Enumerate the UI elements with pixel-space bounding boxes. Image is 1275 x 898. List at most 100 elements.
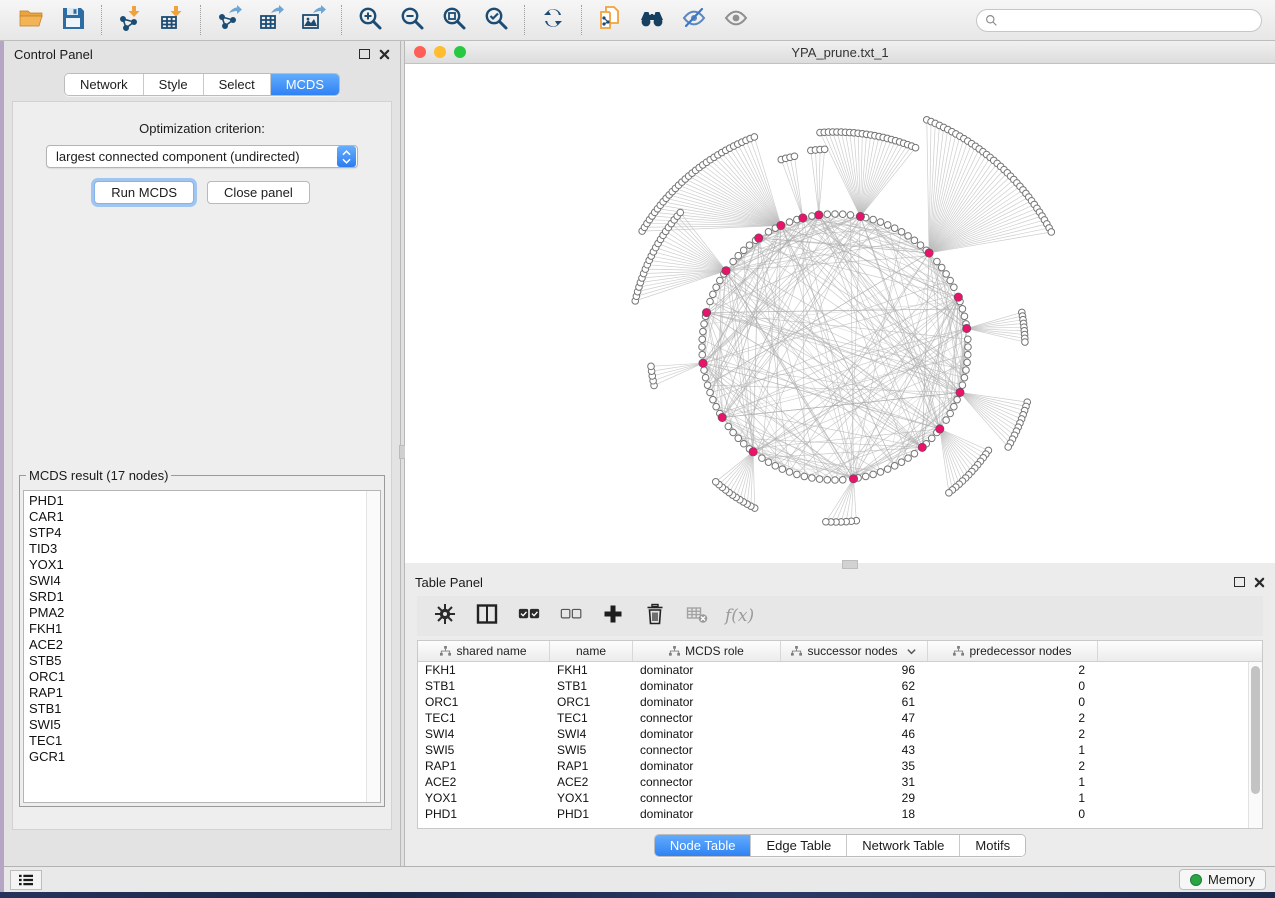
mcds-dominator-node[interactable] [936,425,944,433]
mcds-node-item[interactable]: CAR1 [29,509,366,525]
mcds-node-item[interactable]: GCR1 [29,749,366,765]
network-node[interactable] [905,455,912,462]
network-node[interactable] [928,435,935,442]
network-node[interactable] [938,264,945,271]
mcds-node-item[interactable]: STB1 [29,701,366,717]
mcds-node-item[interactable]: STB5 [29,653,366,669]
network-node[interactable] [877,219,884,226]
network-node[interactable] [911,450,918,457]
mcds-node-item[interactable]: TID3 [29,541,366,557]
network-node[interactable] [816,476,823,483]
network-node[interactable] [839,476,846,483]
network-node[interactable] [725,423,732,430]
hide-selected-button[interactable] [673,3,715,37]
network-node[interactable] [959,382,966,389]
mcds-dominator-node[interactable] [856,212,864,220]
mcds-node-item[interactable]: RAP1 [29,685,366,701]
network-node[interactable] [730,429,737,436]
network-node[interactable] [772,463,779,470]
network-node[interactable] [891,463,898,470]
network-node[interactable] [791,153,798,160]
network-node[interactable] [870,216,877,223]
table-row[interactable]: ACE2ACE2connector311 [418,774,1248,790]
table-row[interactable]: ORC1ORC1dominator610 [418,694,1248,710]
network-node[interactable] [964,336,971,343]
mcds-dominator-node[interactable] [718,413,726,421]
network-node[interactable] [959,306,966,313]
network-node[interactable] [801,473,808,480]
network-node[interactable] [713,284,720,291]
network-canvas[interactable] [405,64,1275,563]
task-history-button[interactable] [10,870,42,890]
network-node[interactable] [704,382,711,389]
network-node[interactable] [759,455,766,462]
network-node[interactable] [746,242,753,249]
clone-network-button[interactable] [589,3,631,37]
float-panel-icon[interactable] [1234,577,1245,587]
column-header-predecessor-nodes[interactable]: predecessor nodes [928,641,1098,661]
mcds-dominator-node[interactable] [849,475,857,483]
destroy-table-button[interactable] [683,602,711,630]
network-node[interactable] [809,213,816,220]
network-node[interactable] [898,229,905,236]
network-node[interactable] [735,252,742,259]
column-header-MCDS-role[interactable]: MCDS role [633,641,781,661]
mcds-list-scrollbar[interactable] [366,491,380,802]
network-node[interactable] [765,229,772,236]
network-node[interactable] [717,277,724,284]
mcds-node-item[interactable]: PMA2 [29,605,366,621]
network-node[interactable] [786,219,793,226]
network-node[interactable] [912,144,919,151]
refresh-layout-button[interactable] [532,3,574,37]
network-node[interactable] [765,459,772,466]
search-input[interactable] [1003,14,1253,28]
network-node[interactable] [905,233,912,240]
column-header-shared-name[interactable]: shared name [418,641,550,661]
tab-style[interactable]: Style [144,74,204,95]
tab-mcds[interactable]: MCDS [271,74,339,95]
network-node[interactable] [699,344,706,351]
table-row[interactable]: YOX1YOX1connector291 [418,790,1248,806]
network-node[interactable] [710,396,717,403]
mcds-node-item[interactable]: YOX1 [29,557,366,573]
network-node[interactable] [1022,339,1029,346]
network-node[interactable] [702,374,709,381]
network-node[interactable] [951,284,958,291]
open-file-button[interactable] [10,3,52,37]
network-node[interactable] [730,258,737,265]
find-button[interactable] [631,3,673,37]
memory-button[interactable]: Memory [1179,869,1266,890]
zoom-fit-button[interactable] [433,3,475,37]
network-node[interactable] [947,410,954,417]
run-mcds-button[interactable]: Run MCDS [94,181,194,204]
network-node[interactable] [884,222,891,229]
tab-select[interactable]: Select [204,74,271,95]
table-row[interactable]: PHD1PHD1dominator180 [418,806,1248,822]
export-image-button[interactable] [292,3,334,37]
mcds-dominator-node[interactable] [954,293,962,301]
scrollbar-thumb[interactable] [1251,666,1260,794]
network-node[interactable] [946,489,953,496]
mcds-dominator-node[interactable] [777,221,785,229]
delete-column-button[interactable] [641,602,669,630]
network-node[interactable] [740,440,747,447]
network-node[interactable] [965,344,972,351]
table-row[interactable]: RAP1RAP1dominator352 [418,758,1248,774]
network-node[interactable] [677,209,684,216]
network-node[interactable] [917,242,924,249]
network-node[interactable] [779,466,786,473]
close-panel-icon[interactable] [1254,577,1265,588]
tab-node-table[interactable]: Node Table [655,835,752,856]
network-node[interactable] [832,477,839,484]
search-box[interactable] [976,9,1262,32]
network-node[interactable] [911,237,918,244]
table-scrollbar[interactable] [1248,662,1262,828]
mcds-dominator-node[interactable] [699,359,707,367]
table-row[interactable]: FKH1FKH1dominator962 [418,662,1248,678]
network-node[interactable] [862,473,869,480]
mcds-dominator-node[interactable] [799,214,807,222]
mcds-node-item[interactable]: PHD1 [29,493,366,509]
network-node[interactable] [710,291,717,298]
columns-view-button[interactable] [473,602,501,630]
mcds-node-item[interactable]: SWI4 [29,573,366,589]
